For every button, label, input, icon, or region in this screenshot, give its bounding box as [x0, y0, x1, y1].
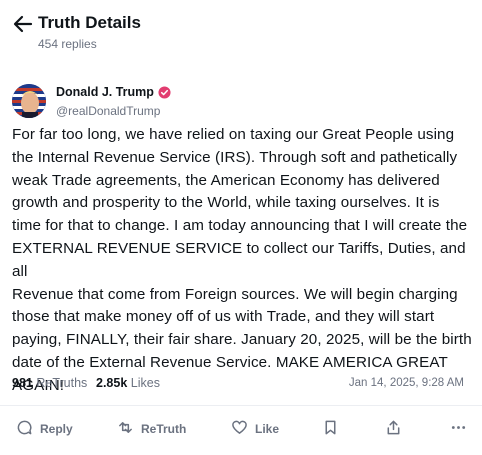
likes-stat[interactable]: 2.85k Likes	[96, 376, 160, 390]
action-bar: Reply ReTruth Like	[0, 418, 482, 440]
reply-label: Reply	[40, 422, 73, 436]
verified-badge-icon	[158, 85, 171, 99]
page-title: Truth Details	[38, 13, 141, 32]
avatar[interactable]	[12, 84, 46, 118]
likes-label: Likes	[130, 376, 160, 390]
bookmark-icon	[322, 419, 339, 439]
share-button[interactable]	[385, 418, 402, 440]
likes-count: 2.85k	[96, 376, 128, 390]
like-button[interactable]: Like	[231, 418, 279, 440]
retruth-label: ReTruth	[141, 422, 187, 436]
page-header: Truth Details 454 replies	[12, 12, 470, 56]
post-stats: 981 ReTruths 2.85k Likes Jan 14, 2025, 9…	[12, 376, 470, 394]
post-timestamp: Jan 14, 2025, 9:28 AM	[348, 377, 464, 389]
reply-count: 454 replies	[38, 37, 97, 51]
bookmark-button[interactable]	[322, 418, 339, 440]
post-text: For far too long, we have relied on taxi…	[12, 126, 472, 394]
heart-icon	[231, 419, 248, 439]
reply-icon	[16, 419, 33, 439]
retruth-icon	[117, 419, 134, 439]
back-arrow-icon[interactable]	[12, 14, 34, 34]
author-handle[interactable]: @realDonaldTrump	[56, 104, 160, 118]
retruths-label: ReTruths	[36, 376, 88, 390]
like-label: Like	[255, 422, 280, 436]
more-horizontal-icon	[450, 419, 467, 439]
author-name[interactable]: Donald J. Trump	[56, 85, 154, 99]
reply-button[interactable]: Reply	[16, 418, 73, 440]
retruths-count: 981	[12, 376, 33, 390]
author-name-row: Donald J. Trump	[56, 85, 171, 99]
retruth-button[interactable]: ReTruth	[117, 418, 186, 440]
divider	[0, 405, 482, 406]
more-options-button[interactable]	[450, 418, 467, 440]
retruths-stat[interactable]: 981 ReTruths	[12, 376, 87, 390]
share-icon	[385, 419, 402, 439]
post-author: Donald J. Trump @realDonaldTrump	[12, 82, 470, 122]
